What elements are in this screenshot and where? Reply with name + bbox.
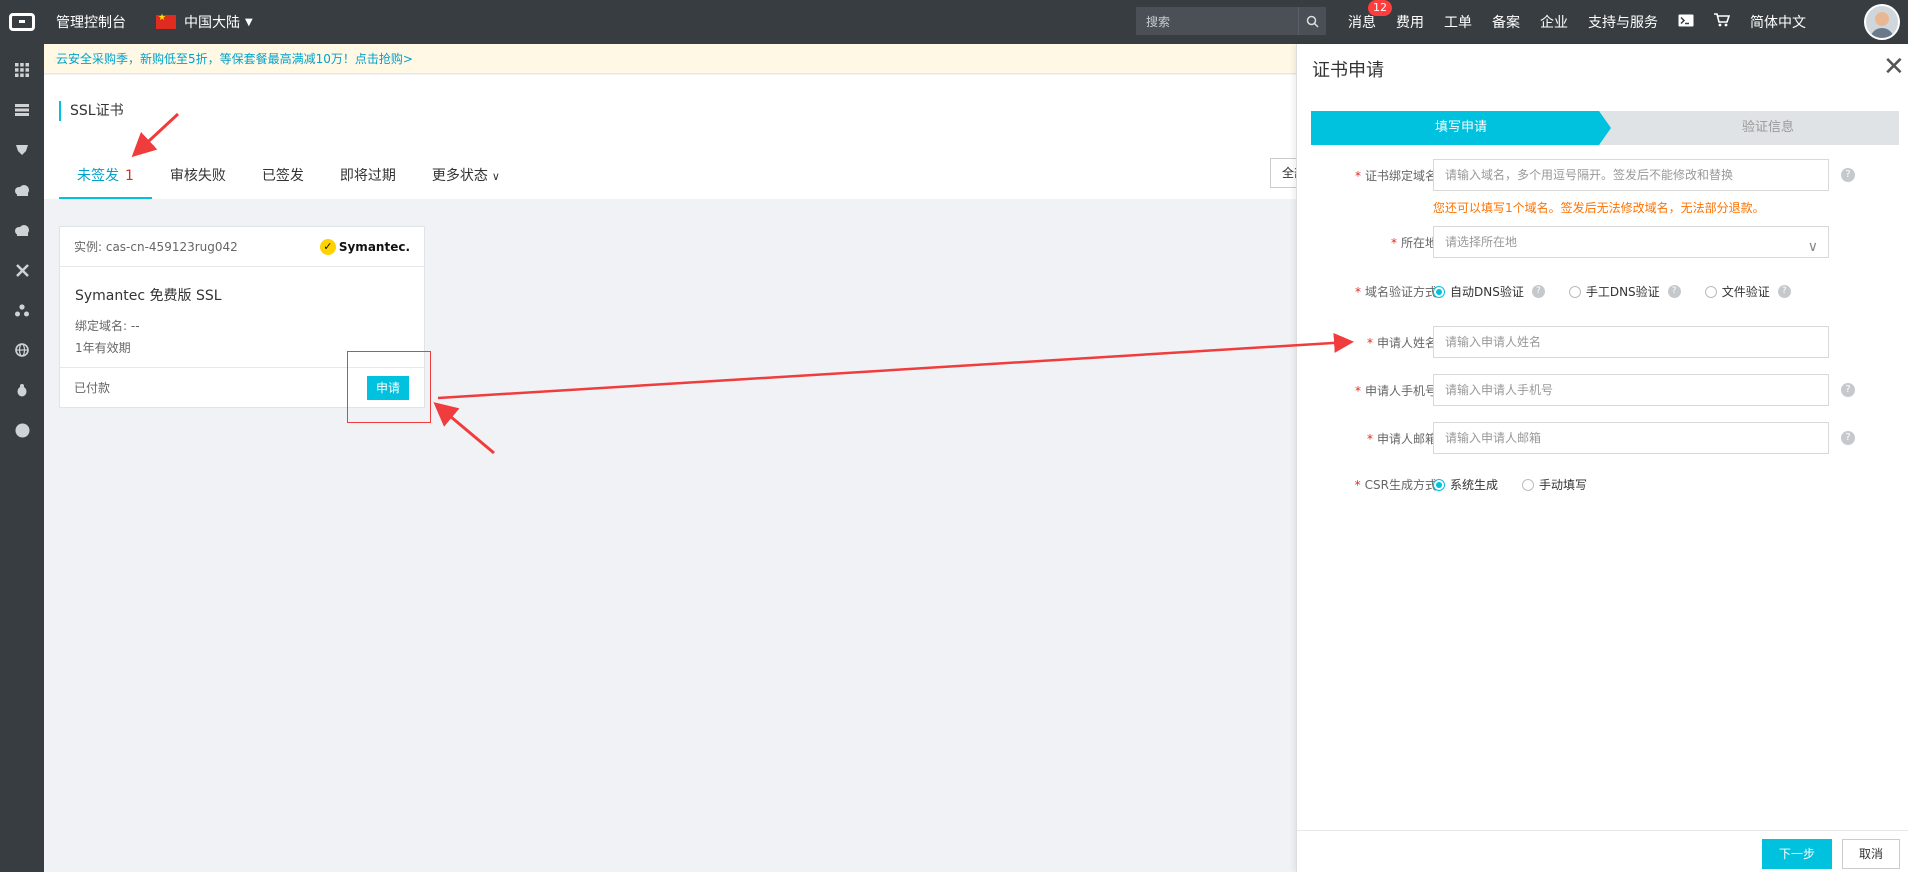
icp-link[interactable]: 备案 [1492, 12, 1520, 32]
region-label: 中国大陆 [184, 15, 240, 31]
search-icon[interactable] [1298, 7, 1326, 35]
domain-hint: 您还可以填写1个域名。签发后无法修改域名，无法部分退款。 [1433, 201, 1765, 215]
cancel-button[interactable]: 取消 [1842, 839, 1900, 869]
radio-auto-dns[interactable]: 自动DNS验证? [1433, 283, 1545, 300]
messages-link[interactable]: 消息 12 [1348, 0, 1392, 32]
console-link[interactable]: 管理控制台 [56, 12, 126, 32]
csr-method-label: * CSR生成方式: [1354, 478, 1441, 492]
shield-icon[interactable] [0, 130, 44, 170]
top-navbar: 管理控制台 中国大陆 ▼ 搜索 消息12 费用 工单 备案 企业 支持与服务 简… [0, 0, 1908, 44]
applicant-name-label: * 申请人姓名: [1366, 336, 1441, 350]
tickets-link[interactable]: 工单 [1444, 12, 1472, 32]
arrow-to-applicant-field [437, 332, 1354, 400]
help-icon[interactable]: ? [1841, 431, 1855, 445]
applicant-email-input[interactable]: 请输入申请人邮箱 [1433, 422, 1829, 454]
search-input[interactable]: 搜索 [1136, 13, 1298, 30]
help-icon[interactable]: ? [1531, 285, 1545, 298]
tab-unsigned[interactable]: 未签发 1 [59, 155, 152, 199]
applicant-phone-input[interactable]: 请输入申请人手机号 [1433, 374, 1829, 406]
radio-unchecked-icon [1704, 285, 1717, 298]
radio-file[interactable]: 文件验证? [1704, 283, 1791, 300]
next-step-button[interactable]: 下一步 [1762, 839, 1832, 869]
chevron-down-icon: ∨ [1807, 239, 1818, 255]
applicant-name-input[interactable]: 请输入申请人姓名 [1433, 326, 1829, 358]
certificate-name: Symantec 免费版 SSL [75, 288, 222, 304]
domain-label: * 证书绑定域名: [1354, 169, 1441, 183]
status-tabs: 未签发 1 审核失败 已签发 即将过期 更多状态 ∨ [59, 155, 518, 199]
payment-status: 已付款 [74, 381, 111, 395]
china-flag-icon [156, 13, 176, 29]
radio-checked-icon [1433, 478, 1445, 491]
step-fill-application: 填写申请 [1311, 111, 1611, 145]
cloud-icon[interactable] [0, 170, 44, 210]
cross-arrows-icon[interactable] [0, 250, 44, 290]
tab-unsigned-count: 1 [125, 168, 134, 184]
bound-domain: 绑定域名: -- [75, 319, 140, 333]
applicant-email-label: * 申请人邮箱: [1366, 432, 1441, 446]
globe-icon[interactable] [0, 330, 44, 370]
top-nav-links: 消息 12 费用 工单 备案 企业 支持与服务 简体中文 [1348, 0, 1826, 44]
network-icon[interactable] [0, 290, 44, 330]
terminal-icon[interactable] [1678, 14, 1694, 31]
step-verify-info: 验证信息 [1597, 111, 1899, 145]
help-icon[interactable]: ? [1841, 383, 1855, 397]
radio-system-generate[interactable]: 系统生成 [1433, 476, 1498, 493]
fees-link[interactable]: 费用 [1396, 12, 1424, 32]
radio-manual-dns[interactable]: 手工DNS验证? [1568, 283, 1681, 300]
location-select[interactable]: 请选择所在地 ∨ [1433, 226, 1829, 258]
caret-down-icon: ▼ [245, 16, 253, 28]
promo-notice[interactable]: 云安全采购季，新购低至5折，等保套餐最高满减10万！点击抢购> [44, 44, 1296, 74]
checkmark-icon: ✓ [319, 238, 336, 255]
applicant-phone-label: * 申请人手机号: [1354, 384, 1441, 398]
radio-manual-fill[interactable]: 手动填写 [1522, 476, 1587, 493]
cloud-upload-icon[interactable] [0, 210, 44, 250]
tab-review-failed[interactable]: 审核失败 [152, 155, 244, 199]
radio-checked-icon [1433, 285, 1445, 298]
csr-method-radios: 系统生成 手动填写 [1433, 476, 1611, 493]
tab-expiring[interactable]: 即将过期 [322, 155, 414, 199]
circle-icon[interactable] [0, 410, 44, 450]
certificate-apply-drawer: 证书申请 ✕ 填写申请 验证信息 * 证书绑定域名: 请输入域名，多个用逗号隔开。… [1296, 44, 1908, 872]
search-box[interactable]: 搜索 [1136, 7, 1326, 35]
tab-more-status[interactable]: 更多状态 ∨ [414, 155, 518, 199]
messages-badge: 12 [1368, 0, 1392, 16]
left-sidebar [0, 44, 44, 872]
domain-input[interactable]: 请输入域名，多个用逗号隔开。签发后不能修改和替换 [1433, 159, 1829, 191]
page-header: SSL证书 未签发1 审核失败 已签发 即将过期 更多状态∨ 全部品牌 [44, 75, 1340, 199]
chevron-down-icon: ∨ [491, 170, 500, 183]
help-icon[interactable]: ? [1667, 285, 1681, 298]
annotation-highlight-box [347, 351, 431, 423]
close-icon[interactable]: ✕ [1883, 54, 1905, 80]
step-indicator: 填写申请 验证信息 [1311, 111, 1899, 145]
support-link[interactable]: 支持与服务 [1588, 12, 1658, 32]
verify-method-label: * 域名验证方式: [1354, 285, 1441, 299]
enterprise-link[interactable]: 企业 [1540, 12, 1568, 32]
apps-grid-icon[interactable] [0, 50, 44, 90]
help-icon[interactable]: ? [1777, 285, 1791, 298]
language-selector[interactable]: 简体中文 [1750, 12, 1806, 32]
region-selector[interactable]: 中国大陆 ▼ [156, 12, 253, 32]
arrow-to-apply-button [433, 402, 495, 455]
drawer-title: 证书申请 [1312, 60, 1384, 81]
verify-method-radios: 自动DNS验证? 手工DNS验证? 文件验证? [1433, 283, 1815, 300]
aliyun-logo-icon[interactable] [0, 0, 44, 44]
radio-unchecked-icon [1522, 478, 1535, 491]
page-title: SSL证书 [59, 101, 124, 121]
radio-unchecked-icon [1568, 285, 1581, 298]
tab-signed[interactable]: 已签发 [244, 155, 322, 199]
help-icon[interactable]: ? [1841, 168, 1855, 182]
symantec-logo: ✓ Symantec. [319, 238, 410, 255]
instance-id: 实例: cas-cn-459123rug042 [74, 240, 238, 254]
server-icon[interactable] [0, 90, 44, 130]
cart-icon[interactable] [1714, 13, 1731, 31]
bug-icon[interactable] [0, 370, 44, 410]
user-avatar[interactable] [1864, 4, 1900, 40]
